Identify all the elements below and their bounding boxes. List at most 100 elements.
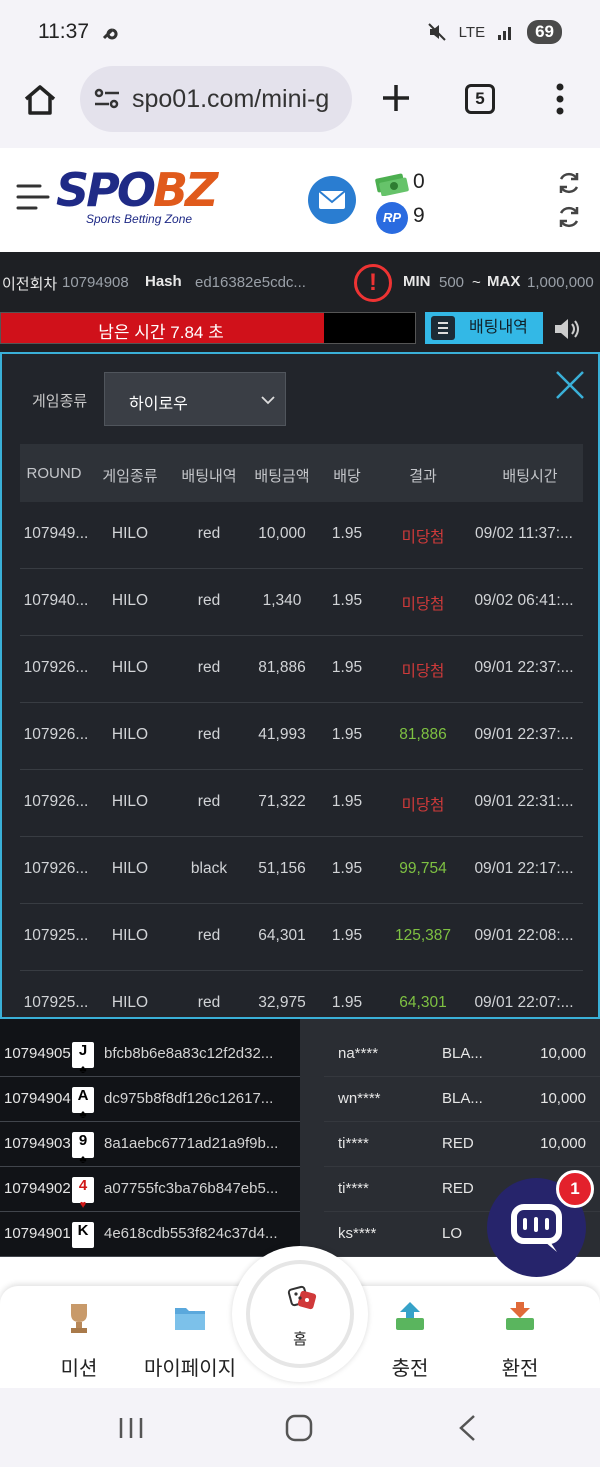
list-icon [431,316,455,340]
cell-odds: 1.95 [331,592,363,609]
cell-amount: 32,975 [258,994,306,1011]
prev-result-row[interactable]: 10794905 J ♣ bfcb8b6e8a83c12f2d32... [0,1032,300,1077]
cell-amount: 41,993 [258,726,306,743]
site-header: SPOBZ Sports Betting Zone 0 RP 9 [0,148,600,252]
recent-apps-icon[interactable] [118,1416,144,1440]
cell-odds: 1.95 [331,726,363,743]
cell-game: HILO [111,726,149,743]
cell-amount: 71,322 [258,793,306,810]
cell-time: 09/02 11:37:... [475,525,573,542]
cell-round: 107926... [23,860,89,877]
close-icon[interactable] [555,370,585,400]
playing-card: A ♣ [72,1087,94,1121]
max-value: 1,000,000 [527,274,594,291]
cash-balance: 0 [413,170,425,193]
prev-round: 10794905 [4,1045,71,1062]
cell-time: 09/01 22:31:... [474,793,574,810]
bet-pick: RED [442,1180,474,1197]
cell-odds: 1.95 [331,994,363,1011]
cell-amount: 64,301 [258,927,306,944]
withdraw-icon [506,1302,534,1330]
key-icon [102,28,118,40]
signal-icon [498,27,512,40]
nav-deposit[interactable]: 충전 [355,1300,465,1381]
cell-bet: red [197,525,221,542]
playing-card: K [72,1222,94,1248]
nav-mission[interactable]: 미션 [24,1300,134,1381]
cell-round: 107949... [23,525,89,542]
cell-game: HILO [111,793,149,810]
home-nav-icon[interactable] [285,1414,313,1442]
col-round: ROUND [26,465,82,482]
more-menu-icon[interactable] [552,82,568,116]
prev-round-label: 이전회차 [2,276,58,293]
live-bet-row: na**** BLA... 10,000 [324,1032,600,1077]
nav-mypage-label: 마이페이지 [144,1358,236,1380]
rp-point-icon: RP [376,202,408,234]
game-type-value: 하이로우 [129,396,188,413]
hash-value[interactable]: ed16382e5cdc... [195,274,306,291]
cell-result: 미당첨 [401,797,445,814]
min-value: 500 [439,274,465,291]
cell-bet: black [190,860,228,877]
bet-user: ti**** [338,1180,369,1197]
bet-history-button[interactable]: 배팅내역 [425,312,543,344]
site-logo[interactable]: SPOBZ Sports Betting Zone [56,166,218,226]
prev-hash: a07755fc3ba76b847eb5... [104,1180,279,1197]
address-bar[interactable]: spo01.com/mini-g [80,66,352,132]
hamburger-menu-icon[interactable] [14,182,50,212]
speaker-icon[interactable] [553,316,581,342]
mail-icon[interactable] [308,176,356,224]
col-odds: 배당 [333,468,361,485]
cell-game: HILO [111,927,149,944]
col-result: 결과 [409,468,437,485]
prev-round: 10794904 [4,1090,71,1107]
cell-time: 09/01 22:17:... [474,860,574,877]
chevron-down-icon [261,396,275,405]
live-bet-row: wn**** BLA... 10,000 [324,1077,600,1122]
new-tab-icon[interactable] [380,82,412,114]
col-game-type: 게임종류 [102,468,158,485]
prev-result-row[interactable]: 10794903 9 ♣ 8a1aebc6771ad21a9f9b... [0,1122,300,1167]
alert-icon[interactable]: ! [354,264,392,302]
cell-odds: 1.95 [331,860,363,877]
cell-round: 107926... [23,659,89,676]
cell-time: 09/02 06:41:... [474,592,574,609]
cell-bet: red [197,994,221,1011]
cell-result: 미당첨 [401,663,445,680]
nav-home-label: 홈 [293,1331,307,1348]
playing-card: 9 ♣ [72,1132,94,1166]
home-icon[interactable] [22,82,58,118]
back-icon[interactable] [456,1414,478,1442]
refresh-rp-icon[interactable] [556,204,582,230]
cell-game: HILO [111,994,149,1011]
round-info-bar: 이전회차 10794908 Hash ed16382e5cdc... ! MIN… [0,252,600,312]
table-row: 107949... HILO red 10,000 1.95 미당첨 09/02 11:37… [20,502,583,569]
max-label: MAX [487,273,521,290]
bet-pick: BLA... [442,1090,483,1107]
tab-switcher-button[interactable]: 5 [465,84,495,114]
cell-odds: 1.95 [331,659,363,676]
url-text: spo01.com/mini-g [132,85,330,113]
nav-home[interactable]: 홈 [232,1246,368,1382]
dice-icon [287,1285,317,1310]
prev-result-row[interactable]: 10794902 4 ♥ a07755fc3ba76b847eb5... [0,1167,300,1212]
nav-withdraw[interactable]: 환전 [465,1300,575,1381]
bet-amount: 10,000 [540,1045,586,1062]
site-settings-icon[interactable] [94,88,120,110]
prev-hash: dc975b8f8df126c12617... [104,1090,274,1107]
countdown-text: 남은 시간 7.84 초 [98,323,224,342]
mute-icon [427,23,446,41]
cell-result: 미당첨 [401,596,445,613]
game-type-select[interactable]: 하이로우 [104,372,286,426]
refresh-cash-icon[interactable] [556,170,582,196]
prev-result-row[interactable]: 10794904 A ♣ dc975b8f8df126c12617... [0,1077,300,1122]
prev-result-row[interactable]: 10794901 K 4e618cdb553f824c37d4... [0,1212,300,1257]
cell-result: 99,754 [399,860,447,877]
cell-amount: 10,000 [258,525,306,542]
countdown-bar: 남은 시간 7.84 초 [0,312,416,344]
browser-toolbar: spo01.com/mini-g 5 [0,64,600,148]
nav-deposit-label: 충전 [391,1358,429,1380]
prev-round-value: 10794908 [62,274,129,291]
nav-mypage[interactable]: 마이페이지 [135,1300,245,1381]
